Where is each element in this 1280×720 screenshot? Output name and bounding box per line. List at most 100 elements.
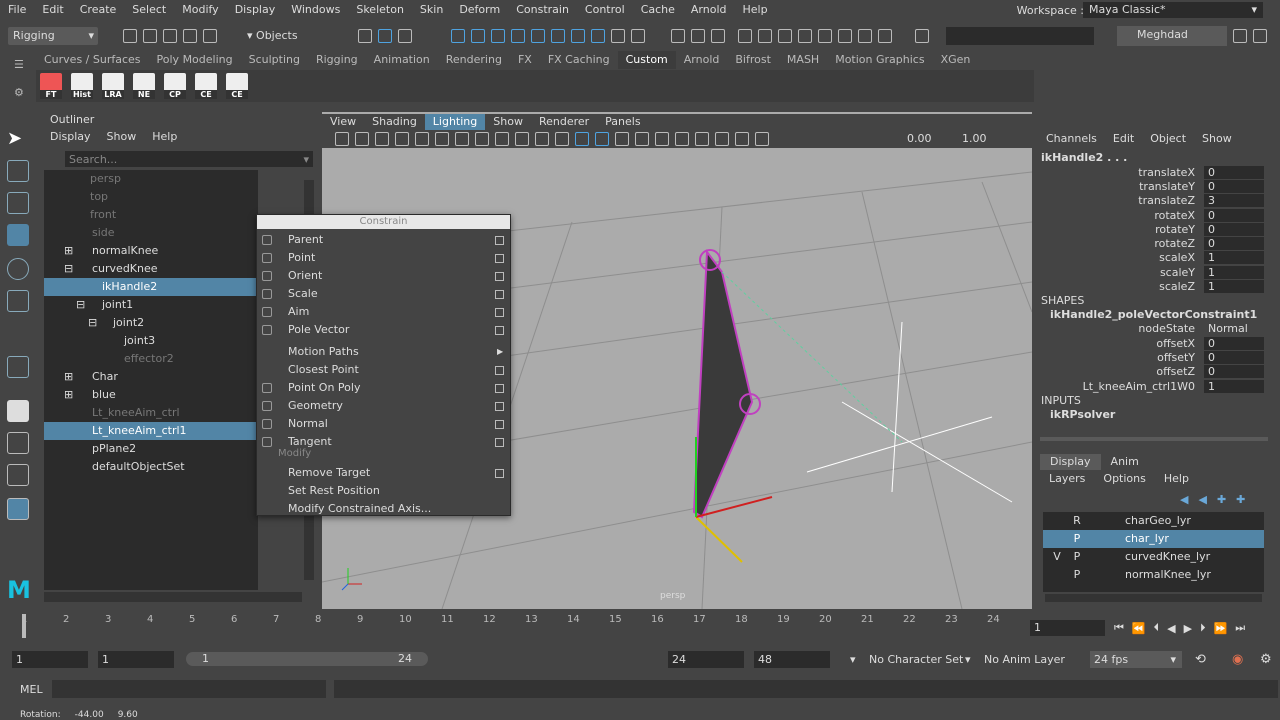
layer-row[interactable]: Pchar_lyr	[1043, 530, 1264, 548]
constrain-parent-item[interactable]: Parent	[257, 231, 510, 249]
outliner-item-defaultobjectset[interactable]: defaultObjectSet	[44, 458, 258, 476]
move-layer-up-icon[interactable]: ◀	[1180, 493, 1188, 506]
constrain-remove-target-item[interactable]: Remove Target	[257, 464, 510, 482]
option-box-icon[interactable]	[495, 272, 504, 281]
shelf-button-cp[interactable]: CP	[164, 73, 186, 99]
viewport-menu-shading[interactable]: Shading	[364, 114, 425, 130]
outliner-item-normalknee[interactable]: ⊞ normalKnee	[44, 242, 258, 260]
chevron-down-icon[interactable]: ▾	[850, 653, 856, 666]
outliner-item-blue[interactable]: ⊞ blue	[44, 386, 258, 404]
shelf-tab[interactable]: Poly Modeling	[149, 51, 241, 69]
viewport-menu-lighting[interactable]: Lighting	[424, 114, 486, 130]
option-box-icon[interactable]	[495, 326, 504, 335]
render-frame-icon[interactable]	[738, 29, 752, 43]
new-layer-selected-icon[interactable]: ✚	[1236, 493, 1245, 506]
gate-mask-icon[interactable]	[495, 132, 509, 146]
outliner-layout-icon[interactable]	[7, 498, 29, 520]
shelf-tab[interactable]: FX	[510, 51, 540, 69]
shelf-tab[interactable]: Animation	[366, 51, 438, 69]
time-slider[interactable]	[8, 610, 1010, 640]
playback-end-field[interactable]: 24	[668, 651, 744, 668]
new-layer-icon[interactable]: ✚	[1217, 493, 1226, 506]
select-tool-icon[interactable]: ➤	[7, 128, 29, 150]
menu-help[interactable]: Help	[735, 3, 776, 16]
layer-playback-toggle[interactable]: P	[1071, 530, 1083, 548]
channel-menu-edit[interactable]: Edit	[1113, 132, 1134, 145]
channel-menu-object[interactable]: Object	[1150, 132, 1186, 145]
gamma-value[interactable]: 0.00	[907, 132, 932, 145]
menu-create[interactable]: Create	[72, 3, 125, 16]
menu-skeleton[interactable]: Skeleton	[348, 3, 412, 16]
select-deformations-icon[interactable]	[531, 29, 545, 43]
attr-label[interactable]: scaleY	[1030, 266, 1195, 279]
constrain-closest-point-item[interactable]: Closest Point	[257, 361, 510, 379]
highlight-icon[interactable]	[631, 29, 645, 43]
outliner-search-input[interactable]: Search... ▾	[65, 151, 313, 167]
attr-value-field[interactable]: 1	[1204, 380, 1264, 393]
layer-row[interactable]: PnormalKnee_lyr	[1043, 566, 1264, 584]
safe-action-icon[interactable]	[535, 132, 549, 146]
shelf-menu-icon[interactable]: ☰	[14, 58, 24, 71]
layer-visibility-toggle[interactable]: V	[1051, 548, 1063, 566]
pause-icon[interactable]	[878, 29, 892, 43]
outliner-item-front[interactable]: front	[44, 206, 258, 224]
shelf-tab-active[interactable]: Custom	[617, 51, 676, 69]
layer-menu-layers[interactable]: Layers	[1049, 472, 1085, 485]
chevron-down-icon[interactable]: ▾	[965, 653, 971, 666]
menu-cache[interactable]: Cache	[633, 3, 683, 16]
step-forward-key-icon[interactable]: ⏩	[1214, 622, 1228, 635]
shadows-icon[interactable]	[655, 132, 669, 146]
command-input[interactable]	[52, 680, 326, 698]
grid-icon[interactable]	[435, 132, 449, 146]
attr-label[interactable]: rotateY	[1030, 223, 1195, 236]
viewport-menu-renderer[interactable]: Renderer	[531, 114, 597, 130]
play-backwards-icon[interactable]: ◀	[1167, 622, 1175, 635]
redo-icon[interactable]	[203, 29, 217, 43]
wireframe-on-shaded-icon[interactable]	[595, 132, 609, 146]
auto-key-icon[interactable]: ◉	[1232, 652, 1243, 667]
menu-deform[interactable]: Deform	[451, 3, 508, 16]
lock-camera-icon[interactable]	[355, 132, 369, 146]
attr-value-field[interactable]: 0	[1204, 365, 1264, 378]
attr-value-field[interactable]: 0	[1204, 180, 1264, 193]
shelf-tab[interactable]: Sculpting	[241, 51, 308, 69]
shelf-tab[interactable]: Curves / Surfaces	[36, 51, 149, 69]
outliner-item-joint1[interactable]: ⊟ joint1	[44, 296, 258, 314]
expand-icon[interactable]: ⊞	[64, 386, 73, 404]
workspace-dropdown[interactable]: Maya Classic* ▾	[1083, 2, 1263, 18]
menu-skin[interactable]: Skin	[412, 3, 451, 16]
layer-playback-toggle[interactable]: P	[1071, 566, 1083, 584]
hierarchy-mode-icon[interactable]	[358, 29, 372, 43]
lights-icon[interactable]	[635, 132, 649, 146]
snap-curve-icon[interactable]	[691, 29, 705, 43]
select-joints-icon[interactable]	[471, 29, 485, 43]
shelf-button-lra[interactable]: LRA	[102, 73, 124, 99]
range-slider[interactable]: 1 24	[186, 652, 428, 666]
constrain-aim-item[interactable]: Aim	[257, 303, 510, 321]
object-mode-icon[interactable]	[378, 29, 392, 43]
resolution-gate-icon[interactable]	[475, 132, 489, 146]
constrain-orient-item[interactable]: Orient	[257, 267, 510, 285]
outliner-item-ikhandle2[interactable]: ikHandle2	[44, 278, 258, 296]
camera-attributes-icon[interactable]	[375, 132, 389, 146]
constrain-normal-item[interactable]: Normal	[257, 415, 510, 433]
step-forward-frame-icon[interactable]: ⏵	[1200, 621, 1206, 635]
exposure-icon[interactable]	[755, 132, 769, 146]
xray-icon[interactable]	[715, 132, 729, 146]
expand-icon[interactable]: ⊞	[64, 242, 73, 260]
textured-icon[interactable]	[615, 132, 629, 146]
selection-mode-dropdown[interactable]: ▾ Objects	[243, 27, 338, 44]
option-box-icon[interactable]	[495, 438, 504, 447]
character-set-dropdown[interactable]: No Character Set	[869, 653, 963, 666]
shelf-tab[interactable]: MASH	[779, 51, 827, 69]
viewport-menu-panels[interactable]: Panels	[597, 114, 648, 130]
isolate-select-icon[interactable]	[695, 132, 709, 146]
image-plane-icon[interactable]	[415, 132, 429, 146]
constrain-scale-item[interactable]: Scale	[257, 285, 510, 303]
attr-label[interactable]: offsetZ	[1030, 365, 1195, 378]
option-box-icon[interactable]	[495, 290, 504, 299]
layer-menu-help[interactable]: Help	[1164, 472, 1189, 485]
collapse-icon[interactable]: ⊟	[76, 296, 85, 314]
outliner-horizontal-scrollbar[interactable]	[44, 592, 302, 602]
layer-row[interactable]: V PcurvedKnee_lyr	[1043, 548, 1264, 566]
